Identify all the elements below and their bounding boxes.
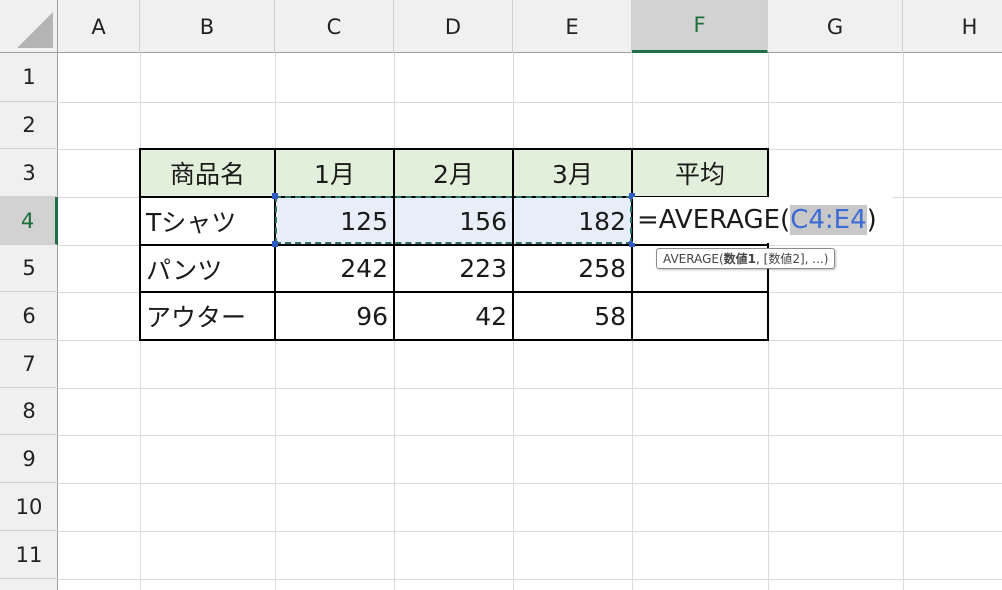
tooltip-function-name: AVERAGE( — [663, 251, 724, 266]
function-argument-tooltip[interactable]: AVERAGE(数値1, [数値2], ...) — [656, 248, 836, 269]
range-handle-top-left[interactable] — [272, 193, 278, 199]
range-marquee-c4-e4 — [275, 196, 632, 244]
formula-suffix: ) — [866, 205, 877, 235]
row-header-6[interactable]: 6 — [0, 292, 58, 340]
cell-d3[interactable]: 2月 — [394, 149, 513, 197]
row-header-2[interactable]: 2 — [0, 102, 58, 149]
select-all-button[interactable] — [0, 0, 58, 53]
column-header-h[interactable]: H — [903, 0, 1002, 53]
row-header-7[interactable]: 7 — [0, 340, 58, 388]
row-header-9[interactable]: 9 — [0, 435, 58, 483]
row-header-3[interactable]: 3 — [0, 149, 58, 197]
cell-d5[interactable]: 223 — [394, 245, 513, 292]
row-header-8[interactable]: 8 — [0, 388, 58, 435]
cell-f3[interactable]: 平均 — [632, 149, 768, 197]
row-header-10[interactable]: 10 — [0, 483, 58, 531]
column-header-d[interactable]: D — [394, 0, 513, 53]
tooltip-current-argument: 数値1 — [723, 252, 757, 266]
cell-f6[interactable] — [632, 292, 768, 340]
row-header-1[interactable]: 1 — [0, 53, 58, 102]
cell-e3[interactable]: 3月 — [513, 149, 632, 197]
cell-b4[interactable]: Tシャツ — [140, 197, 275, 245]
formula-range-reference: C4:E4 — [790, 205, 867, 235]
column-header-f[interactable]: F — [632, 0, 768, 53]
cell-b3[interactable]: 商品名 — [140, 149, 275, 197]
cell-e5[interactable]: 258 — [513, 245, 632, 292]
cell-c5[interactable]: 242 — [275, 245, 394, 292]
cell-e6[interactable]: 58 — [513, 292, 632, 340]
row-header-11[interactable]: 11 — [0, 531, 58, 579]
tooltip-remaining-arguments: , [数値2], ...) — [756, 252, 829, 266]
range-handle-bottom-left[interactable] — [272, 241, 278, 247]
column-header-c[interactable]: C — [275, 0, 394, 53]
cell-d6[interactable]: 42 — [394, 292, 513, 340]
column-header-e[interactable]: E — [513, 0, 632, 53]
cell-c6[interactable]: 96 — [275, 292, 394, 340]
column-header-a[interactable]: A — [58, 0, 140, 53]
cell-b6[interactable]: アウター — [140, 292, 275, 340]
cell-c3[interactable]: 1月 — [275, 149, 394, 197]
select-all-triangle-icon — [17, 12, 53, 48]
cell-f4-formula-editor[interactable]: =AVERAGE(C4:E4) — [633, 197, 893, 243]
column-header-b[interactable]: B — [140, 0, 275, 53]
row-header-5[interactable]: 5 — [0, 245, 58, 292]
cell-b5[interactable]: パンツ — [140, 245, 275, 292]
formula-prefix: =AVERAGE( — [637, 205, 791, 235]
row-header-4[interactable]: 4 — [0, 197, 58, 245]
column-header-g[interactable]: G — [768, 0, 903, 53]
